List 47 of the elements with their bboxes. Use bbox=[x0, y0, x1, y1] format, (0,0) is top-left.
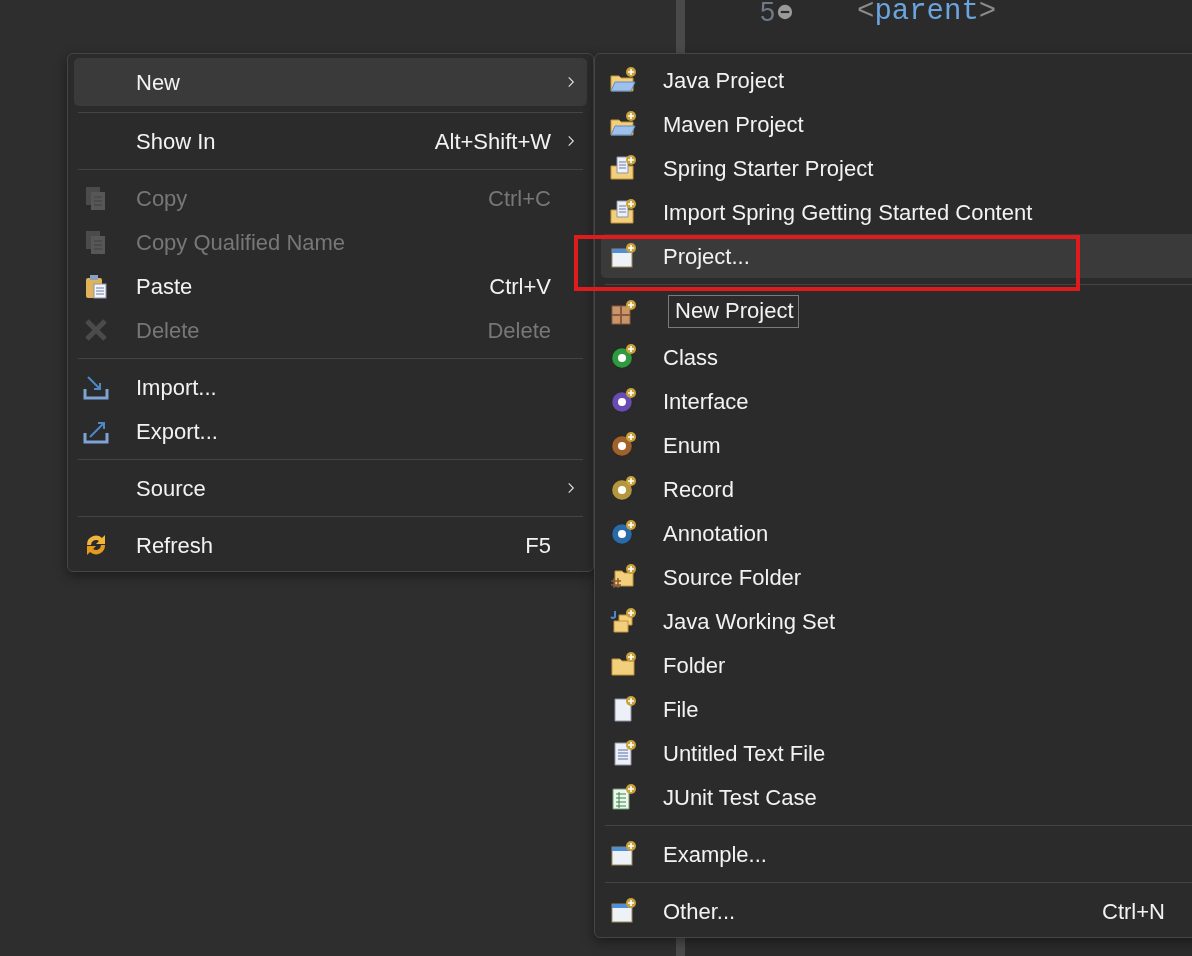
menu-item[interactable]: Import... bbox=[74, 365, 587, 409]
circle-icon bbox=[609, 387, 637, 415]
menu-item[interactable]: New bbox=[74, 58, 587, 106]
folder-icon bbox=[609, 66, 637, 94]
circle-icon bbox=[609, 519, 637, 547]
menu-item[interactable]: Interface bbox=[601, 379, 1192, 423]
folder-icon bbox=[609, 651, 637, 679]
folder-icon bbox=[609, 563, 637, 591]
document-folder-icon bbox=[609, 154, 637, 182]
menu-item[interactable]: Import Spring Getting Started Content bbox=[601, 190, 1192, 234]
menu-item[interactable]: Record bbox=[601, 467, 1192, 511]
menu-item[interactable]: Folder bbox=[601, 643, 1192, 687]
window-icon bbox=[609, 840, 637, 868]
menu-item[interactable]: File bbox=[601, 687, 1192, 731]
menu-item[interactable]: Java Project bbox=[601, 58, 1192, 102]
menu-item[interactable]: Source bbox=[74, 466, 587, 510]
grid-icon[interactable] bbox=[609, 299, 637, 327]
menu-item[interactable]: Spring Starter Project bbox=[601, 146, 1192, 190]
menu-item[interactable]: Paste Ctrl+V bbox=[74, 264, 587, 308]
menu-item[interactable]: Annotation bbox=[601, 511, 1192, 555]
menu-item[interactable]: Maven Project bbox=[601, 102, 1192, 146]
menu-item[interactable]: Export... bbox=[74, 409, 587, 453]
menu-item[interactable]: Show In Alt+Shift+W bbox=[74, 119, 587, 163]
menu-item[interactable]: Refresh F5 bbox=[74, 523, 587, 567]
circle-icon bbox=[609, 343, 637, 371]
folder-icon bbox=[609, 110, 637, 138]
circle-icon bbox=[609, 475, 637, 503]
menu-item[interactable]: Class bbox=[601, 335, 1192, 379]
menu-item[interactable]: Java Working Set bbox=[601, 599, 1192, 643]
menu-item[interactable]: Project... bbox=[601, 234, 1192, 278]
menu-item[interactable]: Example... bbox=[601, 832, 1192, 876]
collapse-icon[interactable] bbox=[775, 2, 795, 22]
document-folder-icon bbox=[609, 198, 637, 226]
import-icon bbox=[82, 373, 110, 401]
code-line: <parent> bbox=[857, 0, 997, 30]
document-icon bbox=[609, 783, 637, 811]
window-icon bbox=[609, 242, 637, 270]
line-number: 5 bbox=[758, 0, 775, 29]
folders-icon bbox=[609, 607, 637, 635]
menu-item[interactable]: Other... Ctrl+N bbox=[601, 889, 1192, 933]
circle-icon bbox=[609, 431, 637, 459]
menu-item[interactable]: Untitled Text File bbox=[601, 731, 1192, 775]
window-icon bbox=[609, 897, 637, 925]
tooltip: New Project bbox=[668, 295, 799, 328]
menu-item[interactable]: Enum bbox=[601, 423, 1192, 467]
menu-item[interactable]: JUnit Test Case bbox=[601, 775, 1192, 819]
menu-item[interactable]: Source Folder bbox=[601, 555, 1192, 599]
